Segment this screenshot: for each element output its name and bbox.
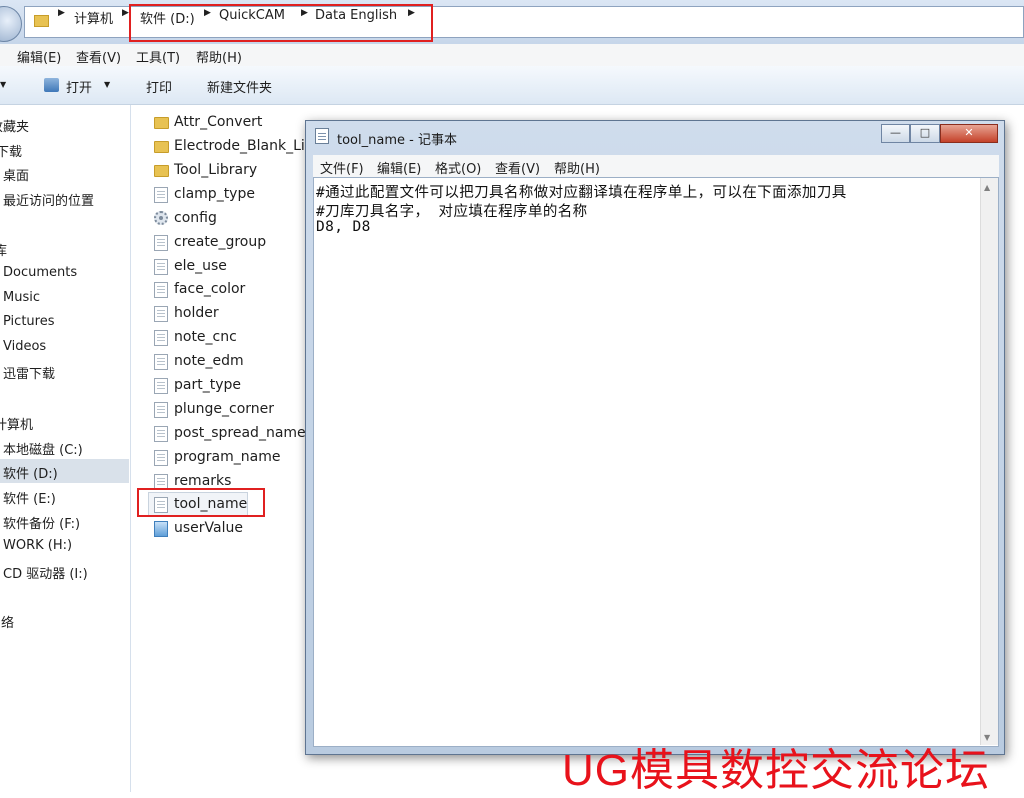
text-line: D8, D8 <box>316 219 371 235</box>
minimize-button[interactable]: — <box>881 124 910 143</box>
file-highlight-box <box>137 488 265 517</box>
notepad-menu-edit[interactable]: 编辑(E) <box>377 158 421 177</box>
file-name: note_cnc <box>174 329 237 345</box>
nav-item-drive-e[interactable]: 软件 (E:) <box>3 488 56 507</box>
menu-view[interactable]: 查看(V) <box>76 47 121 66</box>
notepad-title: tool_name - 记事本 <box>337 133 457 148</box>
nav-computer-header[interactable]: 计算机 <box>0 414 33 433</box>
notepad-menu-help[interactable]: 帮助(H) <box>554 158 600 177</box>
file-name: Attr_Convert <box>174 114 263 130</box>
text-file-icon <box>154 282 168 298</box>
text-line: #刀库刀具名字， 对应填在程序单的名称 <box>316 204 588 220</box>
print-button[interactable]: 打印 <box>146 77 172 96</box>
file-name: create_group <box>174 234 267 250</box>
chevron-down-icon[interactable]: ▼ <box>104 80 110 89</box>
file-name: part_type <box>174 377 241 393</box>
folder-icon <box>154 165 169 177</box>
text-file-icon <box>154 402 168 418</box>
text-file-icon <box>154 187 168 203</box>
menu-edit[interactable]: 编辑(E) <box>17 47 61 66</box>
config-file-icon <box>154 211 168 225</box>
nav-network-header[interactable]: 网络 <box>0 612 14 631</box>
address-highlight-box <box>129 4 433 42</box>
breadcrumb-arrow-icon[interactable]: ▶ <box>58 8 65 18</box>
file-name: note_edm <box>174 353 244 369</box>
nav-item-pictures[interactable]: Pictures <box>3 314 54 329</box>
text-file-icon <box>154 354 168 370</box>
chevron-down-icon[interactable]: ▼ <box>0 80 6 89</box>
new-folder-button[interactable]: 新建文件夹 <box>207 77 272 96</box>
nav-item-downloads[interactable]: 下载 <box>0 141 22 160</box>
text-file-icon <box>154 306 168 322</box>
text-file-icon <box>154 330 168 346</box>
text-file-icon <box>154 378 168 394</box>
nav-item-music[interactable]: Music <box>3 290 40 305</box>
vertical-scrollbar[interactable] <box>980 178 998 745</box>
file-name: post_spread_name <box>174 425 306 441</box>
file-name: Tool_Library <box>174 162 258 178</box>
close-button[interactable]: ✕ <box>940 124 998 143</box>
nav-item-drive-c[interactable]: 本地磁盘 (C:) <box>3 439 83 458</box>
nav-libraries-header[interactable]: 库 <box>0 240 7 259</box>
text-file-icon <box>154 235 168 251</box>
nav-item-documents[interactable]: Documents <box>3 265 77 280</box>
notepad-menu-format[interactable]: 格式(O) <box>435 158 481 177</box>
nav-item-desktop[interactable]: 桌面 <box>3 165 29 184</box>
file-name: clamp_type <box>174 186 255 202</box>
menu-tools[interactable]: 工具(T) <box>136 47 180 66</box>
text-file-icon <box>154 259 168 275</box>
open-icon <box>44 78 59 92</box>
data-file-icon <box>154 521 168 537</box>
watermark-text: UG模具数控交流论坛 <box>562 746 990 795</box>
breadcrumb-computer[interactable]: 计算机 <box>74 8 113 27</box>
file-name: config <box>174 210 217 226</box>
maximize-button[interactable]: □ <box>910 124 940 143</box>
breadcrumb-arrow-icon[interactable]: ▶ <box>122 8 129 18</box>
text-line: #通过此配置文件可以把刀具名称做对应翻译填在程序单上，可以在下面添加刀具 <box>316 185 847 201</box>
file-name: ele_use <box>174 258 227 274</box>
file-name: Electrode_Blank_Lib <box>174 138 314 154</box>
file-name: plunge_corner <box>174 401 275 417</box>
nav-item-drive-d[interactable]: 软件 (D:) <box>3 463 58 482</box>
nav-favorites-header[interactable]: 收藏夹 <box>0 116 29 135</box>
open-button[interactable]: 打开 <box>66 77 92 96</box>
nav-item-recent-places[interactable]: 最近访问的位置 <box>3 190 94 209</box>
nav-item-thunder-downloads[interactable]: 迅雷下载 <box>3 363 55 382</box>
nav-item-videos[interactable]: Videos <box>3 339 46 354</box>
file-name: userValue <box>174 520 243 536</box>
text-file-icon <box>154 426 168 442</box>
text-file-icon <box>154 450 168 466</box>
nav-item-drive-i[interactable]: CD 驱动器 (I:) <box>3 563 88 582</box>
folder-icon <box>34 15 49 27</box>
notepad-text-area[interactable] <box>313 177 999 747</box>
nav-item-drive-h[interactable]: WORK (H:) <box>3 538 72 553</box>
file-name: program_name <box>174 449 281 465</box>
folder-icon <box>154 117 169 129</box>
file-name: face_color <box>174 281 246 297</box>
notepad-menu-file[interactable]: 文件(F) <box>320 158 364 177</box>
file-name: holder <box>174 305 219 321</box>
file-name: remarks <box>174 473 232 489</box>
notepad-icon <box>315 128 329 144</box>
folder-icon <box>154 141 169 153</box>
nav-item-drive-f[interactable]: 软件备份 (F:) <box>3 513 80 532</box>
menu-help[interactable]: 帮助(H) <box>196 47 242 66</box>
scroll-up-icon[interactable]: ▲ <box>984 183 990 192</box>
notepad-menu-view[interactable]: 查看(V) <box>495 158 540 177</box>
